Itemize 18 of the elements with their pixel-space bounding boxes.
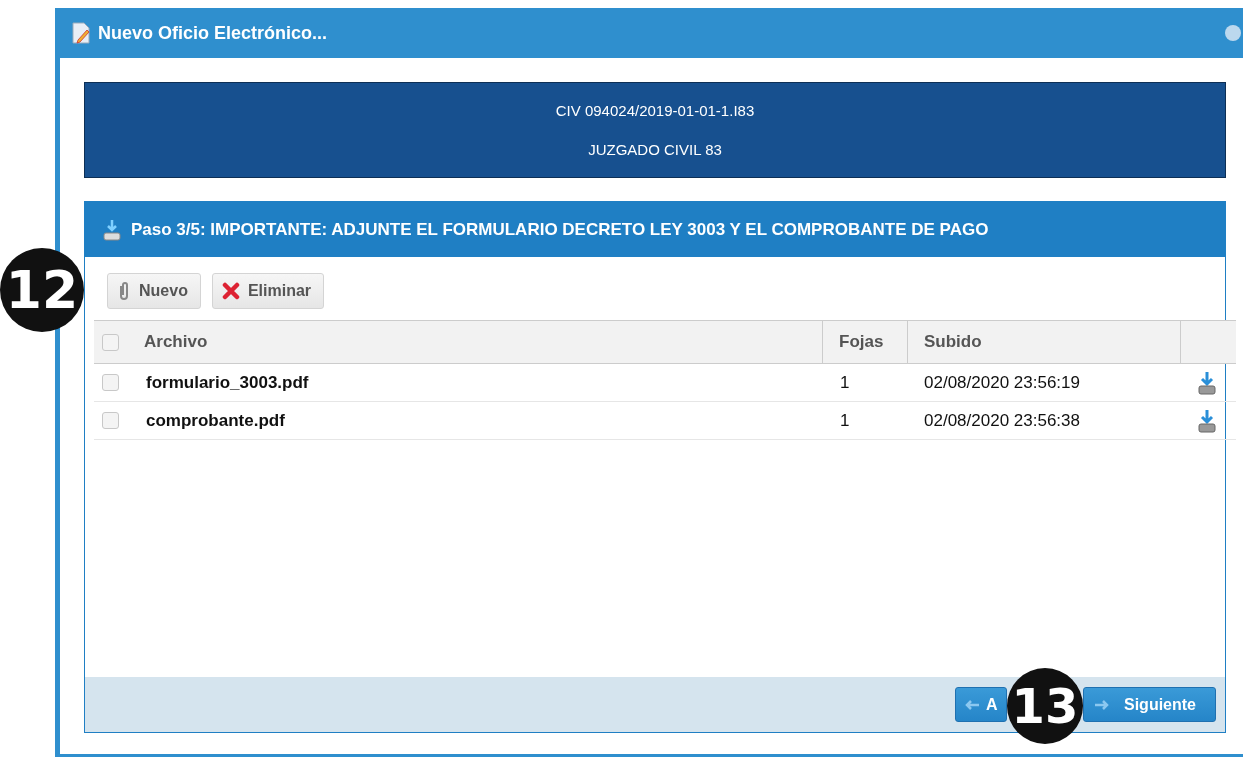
step-number-badge: 12 — [0, 248, 84, 332]
table-cell: comprobante.pdf — [130, 402, 823, 440]
table-cell: 02/08/2020 23:56:38 — [908, 402, 1181, 440]
delete-button[interactable]: Eliminar — [211, 273, 325, 309]
column-header: Subido — [908, 320, 1181, 364]
case-header-text: CIV 094024/2019-01-01-1.I83 — [555, 102, 755, 119]
table-cell: 1 — [823, 402, 908, 440]
column-header: Archivo — [130, 320, 823, 364]
table-cell: 1 — [823, 364, 908, 402]
table-cell: formulario_3003.pdf — [130, 364, 823, 402]
next-button[interactable]: Siguiente — [1083, 687, 1216, 722]
back-button[interactable]: A — [955, 687, 1007, 722]
window-title: Nuevo Oficio Electrónico... — [98, 22, 328, 44]
case-header-text: JUZGADO CIVIL 83 — [588, 141, 722, 158]
table-cell: 02/08/2020 23:56:19 — [908, 364, 1181, 402]
new-button[interactable]: Nuevo — [107, 273, 201, 309]
step-title: Paso 3/5: IMPORTANTE: ADJUNTE EL FORMULARIO DECRETO LEY 3003 Y EL COMPROBANTE DE PAGO — [131, 219, 989, 240]
column-header: Fojas — [823, 320, 908, 364]
